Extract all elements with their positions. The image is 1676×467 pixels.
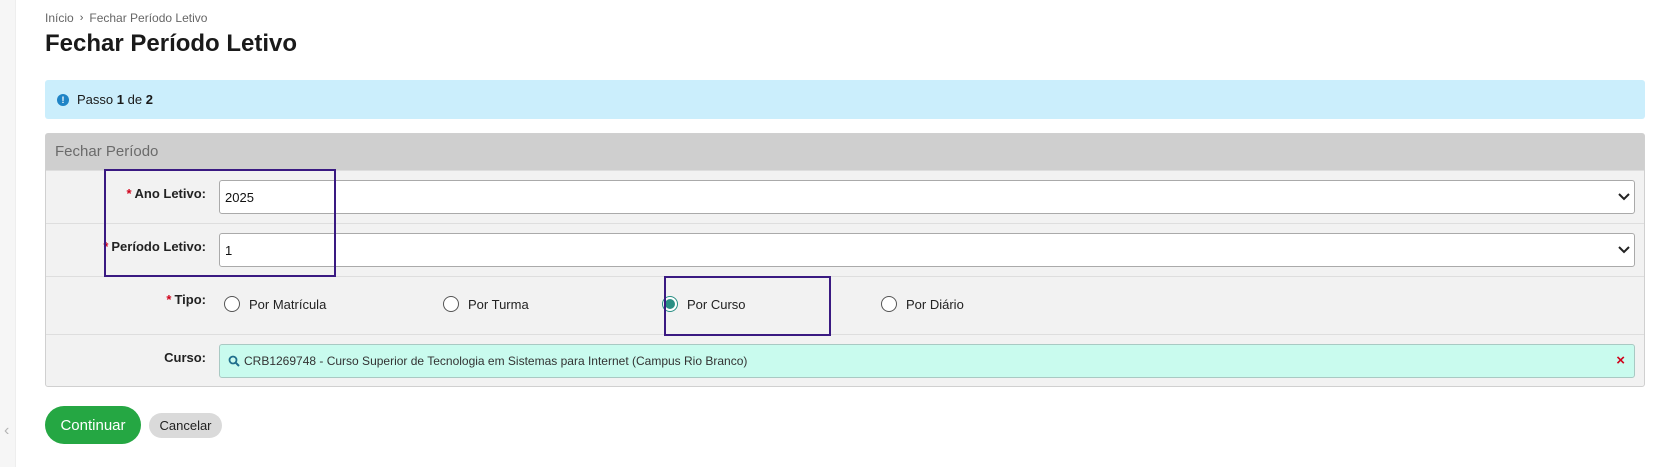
tipo-row: * Tipo: Por Matrícula Por Turma Por Curso… <box>46 276 1644 334</box>
tipo-radio-group: Por Matrícula Por Turma Por Curso Por Di… <box>224 296 1624 316</box>
curso-label: Curso: <box>164 350 206 365</box>
ano-letivo-label: * Ano Letivo: <box>126 186 206 201</box>
radio-circle[interactable] <box>224 296 240 312</box>
search-icon <box>228 355 240 367</box>
curso-row: Curso: CRB1269748 - Curso Superior de Te… <box>46 334 1644 387</box>
periodo-letivo-label: * Período Letivo: <box>103 239 206 254</box>
info-icon: ! <box>57 93 69 106</box>
periodo-letivo-select[interactable]: 1 <box>219 233 1635 267</box>
chevron-right-icon: › <box>79 12 84 24</box>
breadcrumb-home-link[interactable]: Início <box>45 11 74 25</box>
breadcrumb: Início › Fechar Período Letivo <box>45 11 207 25</box>
tipo-label: * Tipo: <box>166 292 206 307</box>
chevron-down-icon <box>1618 246 1630 254</box>
close-icon[interactable]: × <box>1616 345 1625 377</box>
breadcrumb-current: Fechar Período Letivo <box>89 11 208 25</box>
alert-middle: de <box>127 92 143 107</box>
radio-por-turma[interactable]: Por Turma <box>443 296 529 312</box>
periodo-letivo-row: * Período Letivo: 1 <box>46 223 1644 276</box>
ano-letivo-row: * Ano Letivo: 2025 <box>46 170 1644 223</box>
radio-circle[interactable] <box>443 296 459 312</box>
ano-letivo-select[interactable]: 2025 <box>219 180 1635 214</box>
curso-autocomplete[interactable]: CRB1269748 - Curso Superior de Tecnologi… <box>219 344 1635 378</box>
sidebar-gutter: ‹ <box>0 0 16 467</box>
radio-por-diario[interactable]: Por Diário <box>881 296 964 312</box>
radio-por-matricula[interactable]: Por Matrícula <box>224 296 326 312</box>
radio-circle[interactable] <box>881 296 897 312</box>
curso-value: CRB1269748 - Curso Superior de Tecnologi… <box>244 354 748 368</box>
alert-total: 2 <box>145 92 153 107</box>
chevron-left-icon[interactable]: ‹ <box>4 423 14 439</box>
page-title: Fechar Período Letivo <box>45 30 298 57</box>
cancel-button[interactable]: Cancelar <box>149 413 222 438</box>
radio-circle-checked[interactable] <box>662 296 678 312</box>
fechar-periodo-panel: Fechar Período * Ano Letivo: 2025 * Períod… <box>45 133 1645 387</box>
panel-title: Fechar Período <box>46 134 1644 170</box>
alert-step: 1 <box>116 92 124 107</box>
ano-letivo-value: 2025 <box>225 190 254 205</box>
radio-por-curso[interactable]: Por Curso <box>662 296 746 312</box>
chevron-down-icon <box>1618 193 1630 201</box>
continue-button[interactable]: Continuar <box>45 406 141 444</box>
alert-prefix: Passo <box>77 92 114 107</box>
periodo-letivo-value: 1 <box>225 243 233 258</box>
step-alert: ! Passo 1 de 2 <box>45 80 1645 119</box>
